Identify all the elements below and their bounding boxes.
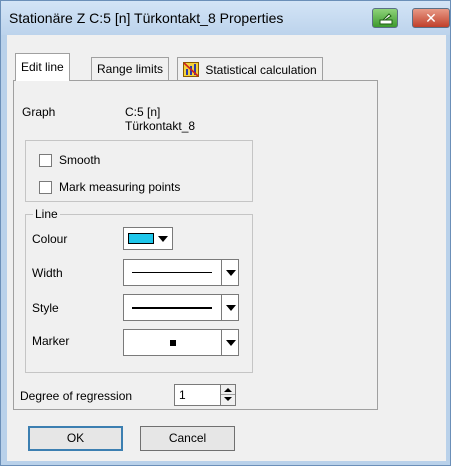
chevron-down-icon[interactable]	[221, 295, 238, 320]
graph-label: Graph	[22, 105, 56, 119]
title-bar[interactable]: Stationäre Z C:5 [n] Türkontakt_8 Proper…	[1, 1, 450, 35]
marker-square-icon	[170, 340, 176, 346]
config-icon	[379, 13, 393, 25]
tab-label: Range limits	[97, 62, 164, 76]
style-preview-line	[132, 307, 212, 309]
marker-label: Marker	[32, 334, 70, 348]
regression-value[interactable]: 1	[179, 388, 186, 402]
close-icon: ✕	[425, 10, 437, 26]
colour-picker[interactable]	[123, 227, 173, 250]
close-button[interactable]: ✕	[412, 8, 450, 28]
options-group: Smooth Mark measuring points	[25, 140, 253, 202]
spin-up-icon[interactable]	[224, 388, 232, 392]
tab-statistical-calculation[interactable]: Statistical calculation	[177, 57, 323, 80]
mark-points-label: Mark measuring points	[59, 180, 181, 194]
ok-button[interactable]: OK	[28, 426, 123, 451]
line-group: Line Colour Width Style Marker	[25, 207, 253, 373]
tab-edit-line[interactable]: Edit line	[15, 53, 70, 81]
dialog-body: Edit line Range limits Statistical calcu…	[7, 35, 446, 461]
config-button[interactable]	[372, 8, 398, 28]
edit-line-panel: Graph C:5 [n] Türkontakt_8 Smooth Mark m…	[13, 80, 378, 410]
style-combobox[interactable]	[123, 294, 239, 321]
cancel-button-label: Cancel	[168, 431, 207, 445]
tab-label: Statistical calculation	[205, 63, 317, 77]
width-label: Width	[32, 266, 63, 280]
graph-value-line2: Türkontakt_8	[125, 119, 196, 133]
graph-value-line1: C:5 [n]	[125, 105, 161, 119]
chevron-down-icon[interactable]	[221, 330, 238, 355]
tab-label: Edit line	[21, 60, 64, 74]
chevron-down-icon[interactable]	[221, 260, 238, 285]
tab-range-limits[interactable]: Range limits	[91, 57, 170, 80]
cancel-button[interactable]: Cancel	[140, 426, 235, 451]
smooth-label: Smooth	[59, 153, 101, 167]
width-preview-line	[132, 272, 212, 273]
properties-dialog: Stationäre Z C:5 [n] Türkontakt_8 Proper…	[0, 0, 451, 466]
chevron-down-icon	[158, 236, 168, 242]
marker-combobox[interactable]	[123, 329, 239, 356]
ok-button-label: OK	[66, 431, 85, 445]
window-title: Stationäre Z C:5 [n] Türkontakt_8 Proper…	[9, 10, 284, 26]
colour-swatch	[128, 233, 154, 244]
line-group-title: Line	[33, 207, 60, 221]
smooth-checkbox[interactable]	[39, 154, 52, 167]
spin-divider	[221, 394, 235, 395]
spin-buttons	[220, 385, 235, 405]
colour-label: Colour	[32, 232, 68, 246]
regression-label: Degree of regression	[20, 389, 133, 403]
regression-spinbox[interactable]: 1	[174, 384, 236, 406]
statistics-icon	[183, 62, 199, 77]
style-label: Style	[32, 301, 59, 315]
width-combobox[interactable]	[123, 259, 239, 286]
mark-points-checkbox[interactable]	[39, 181, 52, 194]
spin-down-icon[interactable]	[224, 397, 232, 401]
